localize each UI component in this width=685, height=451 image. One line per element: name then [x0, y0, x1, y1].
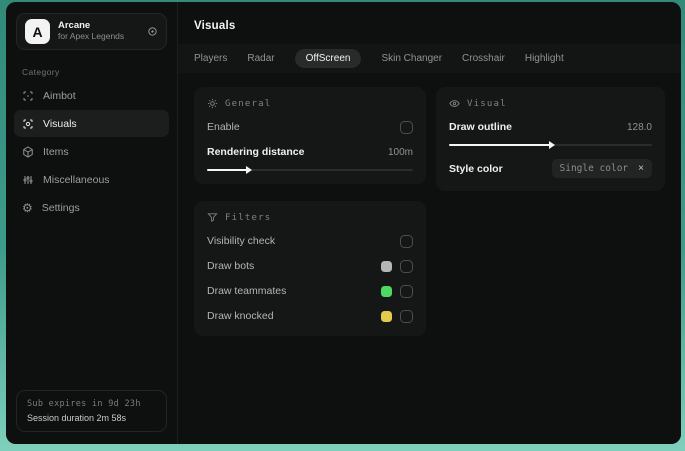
draw-outline-slider[interactable]: [449, 141, 652, 149]
enable-checkbox[interactable]: [400, 120, 413, 134]
page-title: Visuals: [194, 20, 236, 32]
subscription-info-card: Sub expires in 9d 23h Session duration 2…: [16, 390, 167, 432]
rendering-distance-value: 100m: [387, 146, 413, 158]
panel-title: General: [225, 98, 272, 109]
sidebar-nav: Aimbot Visuals Items Miscellaneous ⚙ Set…: [6, 82, 177, 221]
draw-outline-row: Draw outline 128.0: [449, 120, 652, 134]
filter-row-visibility-check: Visibility check: [207, 234, 413, 248]
slider-thumb[interactable]: [246, 166, 253, 174]
draw-teammates-color-swatch[interactable]: [381, 285, 392, 297]
filter-row-draw-bots: Draw bots: [207, 259, 413, 273]
tab-skin-changer[interactable]: Skin Changer: [381, 49, 442, 68]
filter-row-draw-teammates: Draw teammates: [207, 284, 413, 298]
sun-icon: [207, 98, 218, 109]
gear-icon: ⚙: [22, 200, 33, 215]
content-grid: General Enable Rendering distance 100m V…: [178, 73, 681, 350]
clear-icon[interactable]: ×: [638, 163, 644, 174]
rendering-distance-row: Rendering distance 100m: [207, 145, 413, 159]
session-duration-text: Session duration 2m 58s: [27, 413, 127, 423]
general-panel: General Enable Rendering distance 100m: [194, 87, 426, 184]
tab-radar[interactable]: Radar: [247, 49, 274, 68]
filters-panel: Filters Visibility check Draw bots Draw …: [194, 201, 426, 336]
sidebar-item-visuals[interactable]: Visuals: [14, 110, 169, 137]
filter-label: Visibility check: [207, 235, 276, 247]
category-label: Category: [22, 67, 60, 77]
target-icon[interactable]: [147, 26, 158, 37]
style-color-row: Style color Single color ×: [449, 159, 652, 178]
panel-title: Visual: [467, 98, 507, 109]
crosshair-icon: [22, 90, 34, 102]
sub-expires-text: Sub expires in 9d 23h: [27, 399, 141, 409]
draw-bots-checkbox[interactable]: [400, 259, 413, 273]
draw-outline-value: 128.0: [626, 121, 652, 133]
sidebar-item-label: Settings: [41, 201, 80, 214]
app-logo: A: [25, 19, 50, 44]
visibility-check-checkbox[interactable]: [400, 234, 413, 248]
app-window: A Arcane for Apex Legends Category Aimbo…: [6, 2, 681, 444]
draw-outline-label: Draw outline: [449, 121, 513, 133]
slider-thumb[interactable]: [548, 141, 555, 149]
visual-panel: Visual Draw outline 128.0 Style color Si…: [436, 87, 665, 191]
tab-players[interactable]: Players: [194, 49, 227, 68]
filter-label: Draw teammates: [207, 285, 287, 297]
rendering-distance-slider[interactable]: [207, 166, 413, 174]
tab-crosshair[interactable]: Crosshair: [462, 49, 505, 68]
enable-row: Enable: [207, 120, 413, 134]
tab-highlight[interactable]: Highlight: [525, 49, 564, 68]
sidebar-item-label: Visuals: [43, 117, 77, 130]
eye-scan-icon: [22, 118, 34, 130]
tab-bar: Players Radar OffScreen Skin Changer Cro…: [178, 44, 681, 73]
sidebar-item-label: Aimbot: [43, 89, 76, 102]
draw-knocked-checkbox[interactable]: [400, 309, 413, 323]
enable-label: Enable: [207, 121, 240, 133]
sidebar-item-label: Miscellaneous: [43, 173, 110, 186]
panel-title: Filters: [225, 212, 272, 223]
sidebar-item-settings[interactable]: ⚙ Settings: [14, 194, 169, 221]
filter-label: Draw knocked: [207, 310, 274, 322]
cube-icon: [22, 145, 34, 158]
sliders-icon: [22, 174, 34, 186]
style-color-value: Single color: [559, 163, 629, 174]
draw-bots-color-swatch[interactable]: [381, 260, 392, 272]
filter-row-draw-knocked: Draw knocked: [207, 309, 413, 323]
sidebar-item-aimbot[interactable]: Aimbot: [14, 82, 169, 109]
draw-teammates-checkbox[interactable]: [400, 284, 413, 298]
tab-offscreen[interactable]: OffScreen: [294, 49, 362, 68]
sidebar-item-items[interactable]: Items: [14, 138, 169, 165]
sidebar: A Arcane for Apex Legends Category Aimbo…: [6, 2, 178, 444]
logo-card: A Arcane for Apex Legends: [16, 13, 167, 50]
main-area: Visuals Players Radar OffScreen Skin Cha…: [178, 2, 681, 444]
eye-icon: [449, 98, 460, 109]
style-color-label: Style color: [449, 162, 503, 175]
filter-label: Draw bots: [207, 260, 255, 272]
funnel-icon: [207, 212, 218, 223]
sidebar-item-miscellaneous[interactable]: Miscellaneous: [14, 166, 169, 193]
draw-knocked-color-swatch[interactable]: [381, 310, 392, 322]
app-subtitle: for Apex Legends: [58, 31, 125, 42]
sidebar-item-label: Items: [43, 145, 69, 158]
style-color-select[interactable]: Single color ×: [551, 159, 652, 178]
rendering-distance-label: Rendering distance: [207, 146, 305, 158]
